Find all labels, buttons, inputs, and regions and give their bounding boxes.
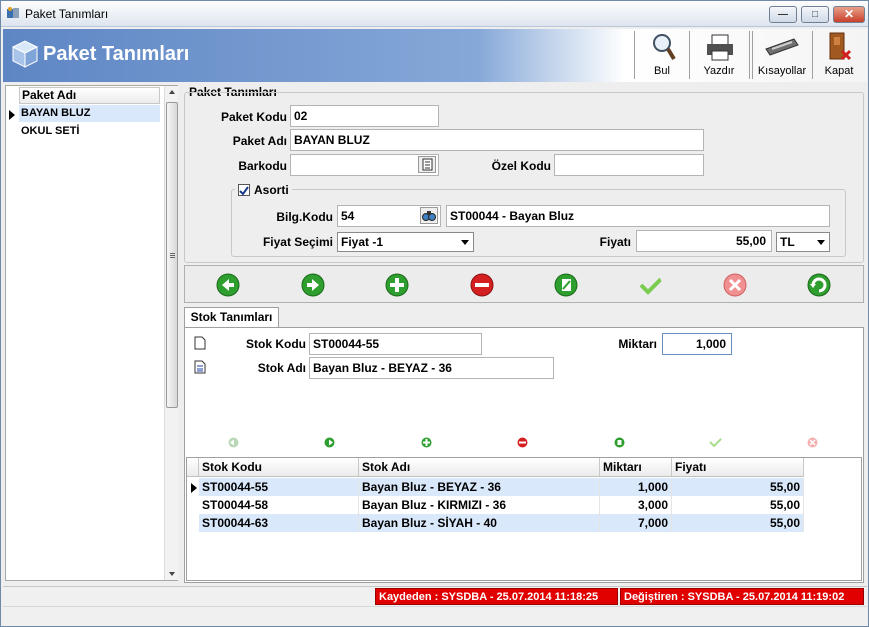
asorti-checkbox[interactable] (238, 184, 250, 196)
column-header[interactable]: Fiyatı (672, 458, 804, 477)
app-icon (6, 6, 20, 20)
add-record-icon[interactable] (385, 273, 409, 297)
stok-delete-icon[interactable] (517, 437, 528, 448)
app-window: Paket Tanımları — □ ✕ Paket Tanımları Bu… (0, 0, 869, 627)
miktari-label: Miktarı (618, 337, 657, 351)
list-header: Paket Adı (19, 87, 160, 104)
miktari-input[interactable]: 1,000 (662, 333, 732, 355)
grid-indicator-header (187, 458, 199, 477)
close-window-button[interactable]: ✕ (833, 6, 865, 23)
fiyat-secimi-select[interactable]: Fiyat -1 (337, 232, 474, 252)
stok-prior-icon[interactable] (228, 437, 239, 448)
fiyati-label: Fiyatı (599, 235, 631, 249)
stok-grid: Stok Kodu Stok Adı Miktarı Fiyatı ST0004… (186, 457, 862, 581)
stok-kodu-label: Stok Kodu (246, 337, 306, 351)
asorti-toggle[interactable]: Asorti (235, 182, 292, 198)
paket-kodu-label: Paket Kodu (220, 110, 287, 124)
barcode-lookup-button[interactable] (418, 156, 436, 173)
paket-adi-input[interactable]: BAYAN BLUZ (290, 129, 704, 151)
minimize-button[interactable]: — (769, 6, 797, 23)
current-row-arrow-icon (9, 109, 15, 123)
title-bar: Paket Tanımları — □ ✕ (1, 1, 868, 27)
fiyati-input[interactable]: 55,00 (636, 230, 772, 252)
post-record-icon[interactable] (638, 273, 662, 297)
printer-icon (707, 34, 733, 61)
currency-select[interactable]: TL (776, 232, 830, 252)
delete-record-icon[interactable] (470, 273, 494, 297)
stok-adi-input[interactable]: Bayan Bluz - BEYAZ - 36 (309, 357, 554, 379)
stok-next-icon[interactable] (324, 437, 335, 448)
bilg-lookup-button[interactable] (420, 207, 438, 224)
bilg-kodu-label: Bilg.Kodu (276, 210, 333, 224)
barkodu-label: Barkodu (238, 159, 287, 173)
document-icon (422, 158, 433, 171)
window-title: Paket Tanımları (25, 7, 109, 21)
column-header[interactable]: Miktarı (600, 458, 672, 477)
close-button[interactable]: Kapat (814, 29, 864, 82)
exit-door-icon (829, 32, 852, 61)
changed-by-status: Değiştiren : SYSDBA - 25.07.2014 11:19:0… (620, 588, 864, 605)
next-record-icon[interactable] (301, 273, 325, 297)
package-list-panel: Paket Adı BAYAN BLUZ OKUL SETİ (5, 85, 178, 581)
shortcuts-button[interactable]: Kısayollar (754, 29, 810, 82)
print-button[interactable]: Yazdır (691, 29, 747, 82)
asorti-label: Asorti (254, 183, 289, 197)
column-header[interactable]: Stok Kodu (199, 458, 359, 477)
stok-post-icon[interactable] (709, 437, 723, 448)
header-banner: Paket Tanımları Bul Yazdır Kısayollar Ka… (3, 29, 867, 82)
table-row[interactable]: ST00044-58 Bayan Bluz - KIRMIZI - 36 3,0… (199, 496, 804, 514)
bottom-bar (3, 606, 867, 626)
ozel-kodu-label: Özel Kodu (491, 159, 551, 173)
table-row[interactable]: ST00044-63 Bayan Bluz - SİYAH - 40 7,000… (199, 514, 804, 532)
stok-edit-icon[interactable] (614, 437, 625, 448)
paket-adi-label: Paket Adı (232, 134, 287, 148)
maximize-button[interactable]: □ (801, 6, 829, 23)
binoculars-icon (422, 211, 436, 221)
saved-by-status: Kaydeden : SYSDBA - 25.07.2014 11:18:25 (375, 588, 618, 605)
prior-record-icon[interactable] (216, 273, 240, 297)
paket-kodu-input[interactable]: 02 (290, 105, 439, 127)
cancel-record-icon[interactable] (723, 273, 747, 297)
record-navigator (184, 265, 864, 303)
fiyat-secimi-label: Fiyat Seçimi (262, 235, 333, 249)
list-scrollbar[interactable] (164, 86, 178, 580)
column-header[interactable]: Stok Adı (359, 458, 600, 477)
document-lines-icon (194, 360, 206, 377)
stok-kodu-input[interactable]: ST00044-55 (309, 333, 482, 355)
package-box-icon (11, 39, 39, 69)
stok-add-icon[interactable] (421, 437, 432, 448)
scroll-thumb[interactable] (166, 102, 178, 408)
table-row[interactable]: ST00044-55 Bayan Bluz - BEYAZ - 36 1,000… (199, 478, 804, 496)
list-item[interactable]: OKUL SETİ (19, 123, 160, 140)
magnifier-icon (653, 34, 676, 61)
refresh-record-icon[interactable] (807, 273, 831, 297)
current-row-arrow-icon (191, 482, 197, 496)
tab-stok-tanimlari[interactable]: Stok Tanımları (184, 307, 279, 328)
barkodu-input[interactable] (290, 154, 439, 176)
list-item[interactable]: BAYAN BLUZ (19, 105, 160, 122)
edit-record-icon[interactable] (554, 273, 578, 297)
ozel-kodu-input[interactable] (554, 154, 704, 176)
stok-adi-label: Stok Adı (257, 361, 306, 375)
stok-cancel-icon[interactable] (807, 437, 818, 448)
keyboard-icon (765, 38, 799, 56)
banner-title: Paket Tanımları (43, 43, 190, 65)
find-button[interactable]: Bul (637, 29, 687, 82)
new-document-icon (194, 336, 206, 353)
bilg-description: ST00044 - Bayan Bluz (446, 205, 830, 227)
status-bar: Kaydeden : SYSDBA - 25.07.2014 11:18:25 … (3, 586, 867, 606)
